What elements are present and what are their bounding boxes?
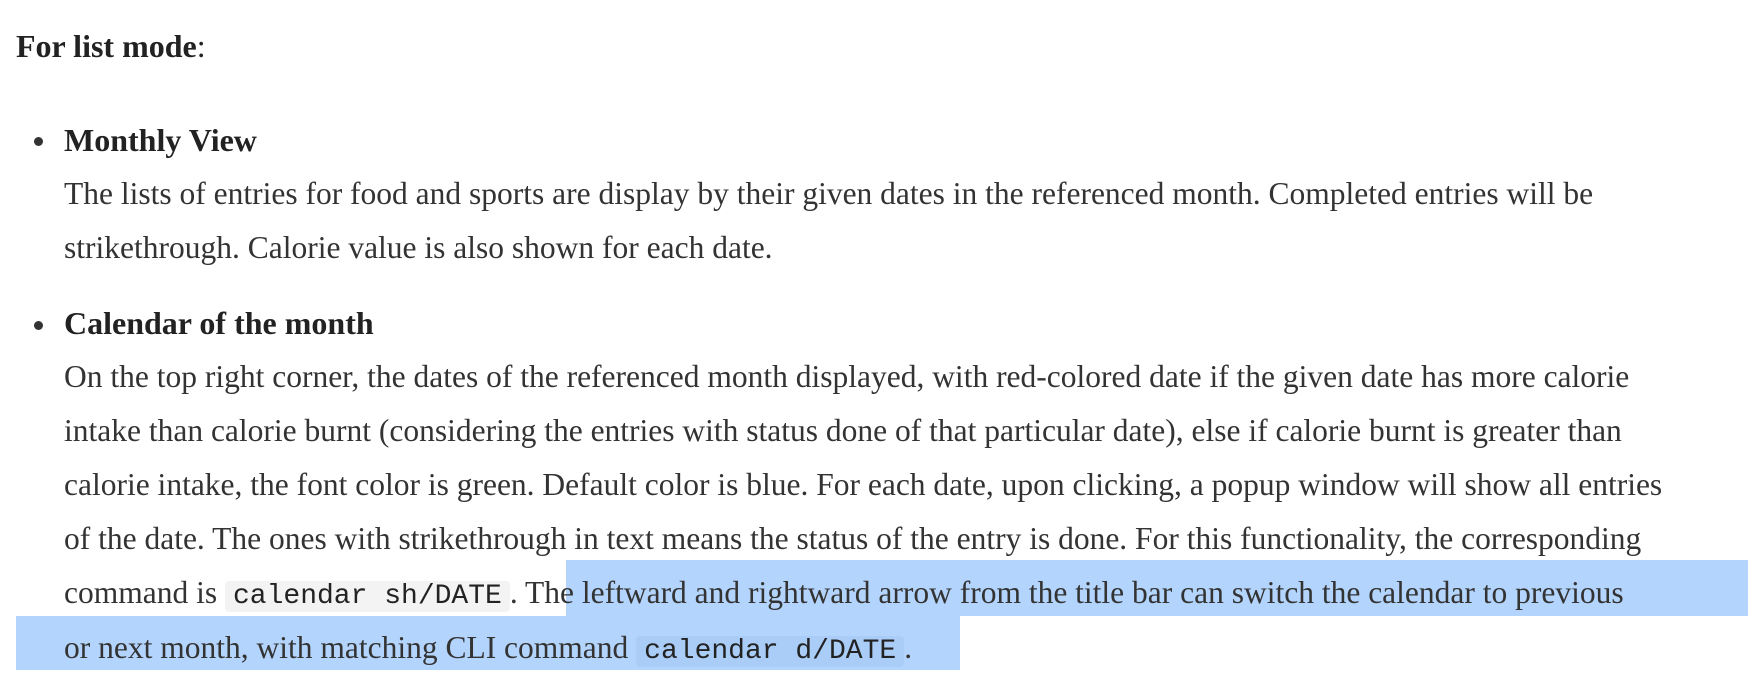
section-heading-bold: For list mode <box>16 28 197 64</box>
section-heading-colon: : <box>196 28 206 64</box>
line-text: . <box>904 630 913 665</box>
item-description-line: or next month, with matching CLI command… <box>64 628 912 672</box>
item-description-line: On the top right corner, the dates of th… <box>64 359 1630 394</box>
item-description-line: of the date. The ones with strikethrough… <box>64 521 1642 556</box>
item-description-line: strikethrough. Calorie value is also sho… <box>64 230 773 265</box>
inline-code-calendar-show: calendar sh/DATE <box>224 581 510 612</box>
item-description-line: calorie intake, the font color is green.… <box>64 467 1663 502</box>
item-description-line: command is calendar sh/DATE. The leftwar… <box>64 573 1624 617</box>
selected-text: The leftward and rightward arrow from th… <box>525 575 1624 610</box>
section-heading: For list mode: <box>16 26 206 66</box>
line-text: . <box>509 575 526 610</box>
item-title-calendar-of-the-month: Calendar of the month <box>64 305 374 341</box>
item-title-monthly-view: Monthly View <box>64 122 257 158</box>
document-page: For list mode: Monthly View The lists of… <box>0 0 1762 684</box>
selected-text: or next month, with matching CLI command <box>64 630 637 665</box>
bullet-icon <box>34 137 43 146</box>
item-description-line: intake than calorie burnt (considering t… <box>64 413 1622 448</box>
inline-code-calendar-date: calendar d/DATE <box>636 636 905 667</box>
line-text: command is <box>64 575 225 610</box>
item-description-line: The lists of entries for food and sports… <box>64 176 1594 211</box>
bullet-icon <box>34 321 43 330</box>
